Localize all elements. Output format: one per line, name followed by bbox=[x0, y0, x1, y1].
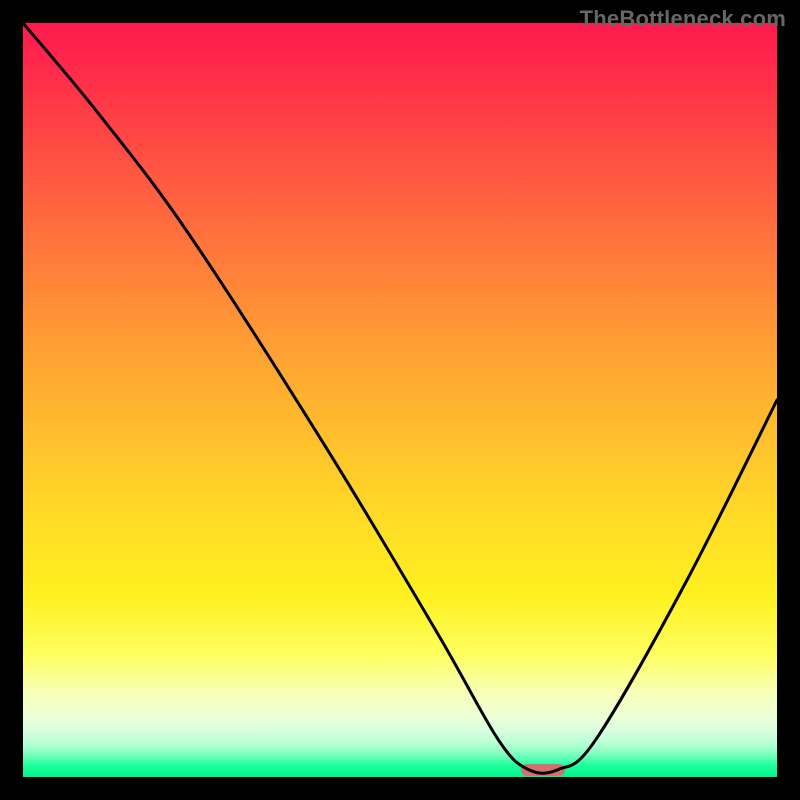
plot-area bbox=[23, 23, 777, 777]
curve-path bbox=[23, 23, 777, 773]
watermark-text: TheBottleneck.com bbox=[580, 6, 786, 32]
chart-frame: TheBottleneck.com bbox=[0, 0, 800, 800]
bottleneck-curve bbox=[23, 23, 777, 777]
